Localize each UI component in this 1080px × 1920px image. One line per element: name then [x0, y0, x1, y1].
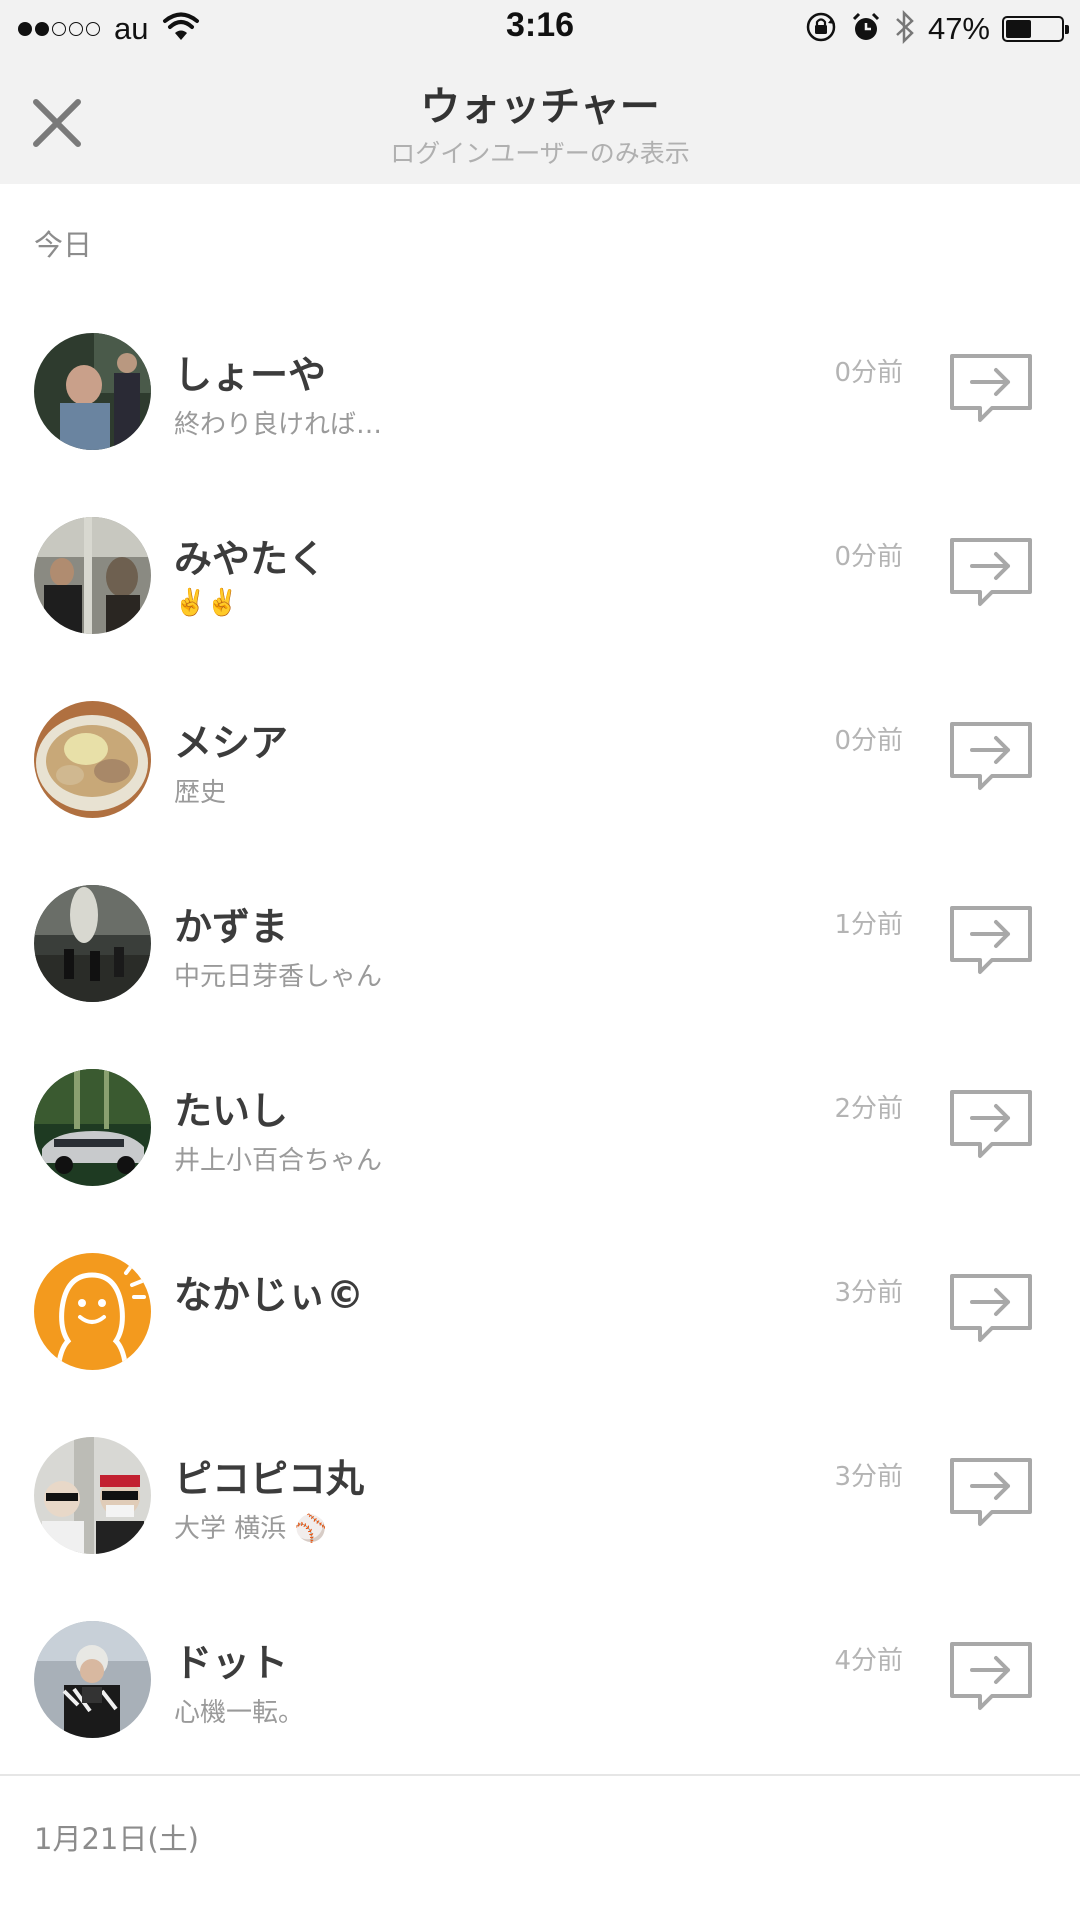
- status-bar: au 3:16 47%: [0, 0, 1080, 58]
- list-item[interactable]: みやたく ✌️✌️ 0分前: [0, 484, 1080, 668]
- battery-percent: 47%: [927, 11, 990, 46]
- watcher-name: しょーや: [174, 353, 327, 397]
- list-item[interactable]: なかじぃ© 3分前: [0, 1220, 1080, 1404]
- watcher-name: みやたく: [174, 537, 327, 581]
- message-arrow-icon: [950, 906, 1032, 974]
- nav-header: ウォッチャー ログインユーザーのみ表示: [0, 58, 1080, 184]
- message-arrow-icon: [950, 354, 1032, 422]
- alarm-icon: [850, 11, 882, 48]
- watcher-name: かずま: [174, 905, 289, 949]
- page-title: ウォッチャー: [420, 84, 660, 130]
- watcher-name: ドット: [174, 1641, 289, 1685]
- battery-icon: [1002, 16, 1069, 42]
- message-arrow-icon: [950, 1642, 1032, 1710]
- watcher-status: ✌️✌️: [174, 588, 239, 618]
- watcher-status: 中元日芽香しゃん: [174, 962, 383, 992]
- message-button[interactable]: [948, 1272, 1034, 1344]
- avatar[interactable]: [34, 1621, 151, 1738]
- watcher-status: 終わり良ければ…: [174, 410, 383, 440]
- message-arrow-icon: [950, 722, 1032, 790]
- list-item[interactable]: たいし 井上小百合ちゃん 2分前: [0, 1036, 1080, 1220]
- watch-time: 0分前: [834, 542, 903, 572]
- page-subtitle: ログインユーザーのみ表示: [390, 139, 690, 168]
- watch-time: 3分前: [834, 1278, 903, 1308]
- watch-time: 2分前: [834, 1094, 903, 1124]
- section-divider: [0, 1774, 1080, 1776]
- list-item[interactable]: メシア 歴史 0分前: [0, 668, 1080, 852]
- list-item[interactable]: かずま 中元日芽香しゃん 1分前: [0, 852, 1080, 1036]
- avatar[interactable]: [34, 885, 151, 1002]
- message-button[interactable]: [948, 536, 1034, 608]
- message-button[interactable]: [948, 904, 1034, 976]
- watcher-list: しょーや 終わり良ければ… 0分前 みやたく ✌️✌️ 0分前 メシア 歴史 0…: [0, 300, 1080, 1772]
- avatar[interactable]: [34, 1069, 151, 1186]
- watcher-status: 心機一転。: [174, 1698, 305, 1728]
- watch-time: 0分前: [834, 358, 903, 388]
- watcher-name: メシア: [174, 721, 289, 765]
- message-arrow-icon: [950, 538, 1032, 606]
- list-item[interactable]: ピコピコ丸 大学 横浜 ⚾ 3分前: [0, 1404, 1080, 1588]
- bluetooth-icon: [894, 9, 916, 50]
- watch-time: 3分前: [834, 1462, 903, 1492]
- watcher-name: ピコピコ丸: [174, 1457, 365, 1501]
- avatar[interactable]: [34, 701, 151, 818]
- message-button[interactable]: [948, 1640, 1034, 1712]
- watcher-status: 井上小百合ちゃん: [174, 1146, 383, 1176]
- watch-time: 4分前: [834, 1646, 903, 1676]
- list-item[interactable]: しょーや 終わり良ければ… 0分前: [0, 300, 1080, 484]
- avatar[interactable]: [34, 1437, 151, 1554]
- watcher-status: 歴史: [174, 778, 227, 808]
- message-button[interactable]: [948, 352, 1034, 424]
- message-button[interactable]: [948, 720, 1034, 792]
- avatar[interactable]: [34, 333, 151, 450]
- message-arrow-icon: [950, 1090, 1032, 1158]
- list-item[interactable]: ドット 心機一転。 4分前: [0, 1588, 1080, 1772]
- watcher-name: なかじぃ©: [174, 1273, 365, 1317]
- message-button[interactable]: [948, 1088, 1034, 1160]
- section-header-date: 1月21日(土): [34, 1822, 199, 1856]
- message-button[interactable]: [948, 1456, 1034, 1528]
- message-arrow-icon: [950, 1274, 1032, 1342]
- message-arrow-icon: [950, 1458, 1032, 1526]
- watcher-status: 大学 横浜 ⚾: [174, 1514, 327, 1544]
- section-header-today: 今日: [34, 228, 93, 262]
- default-avatar[interactable]: [34, 1253, 151, 1370]
- watch-time: 1分前: [834, 910, 903, 940]
- avatar[interactable]: [34, 517, 151, 634]
- watcher-name: たいし: [174, 1089, 289, 1133]
- watch-time: 0分前: [834, 726, 903, 756]
- rotation-lock-icon: [804, 10, 838, 49]
